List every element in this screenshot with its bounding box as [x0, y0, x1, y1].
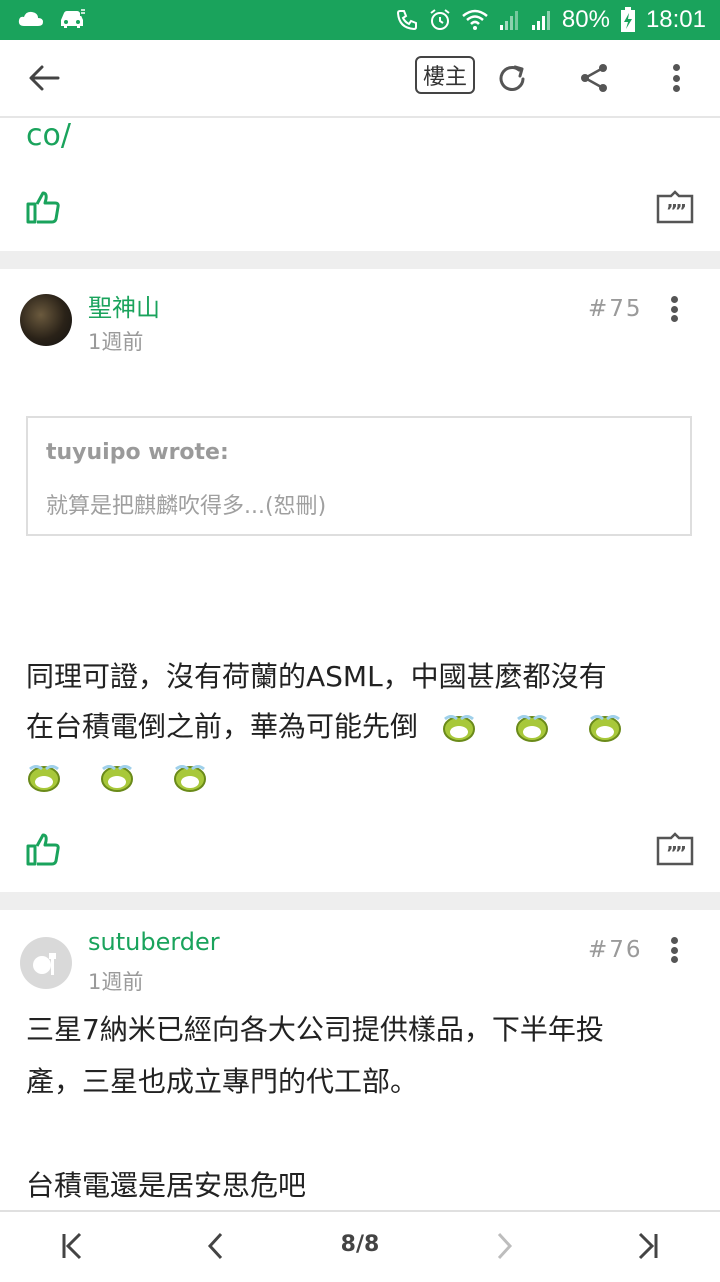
like-button[interactable]	[26, 190, 62, 228]
alarm-icon	[430, 9, 450, 30]
back-button[interactable]	[20, 54, 68, 102]
emoticon-icon	[442, 715, 475, 742]
pagination-bar: 8/8	[0, 1210, 720, 1282]
svg-text:”: ”	[675, 201, 687, 222]
quote-reply-button[interactable]: ””	[656, 190, 694, 228]
emoticon-icon	[173, 765, 206, 792]
wifi-icon	[462, 9, 488, 30]
signal-icon-2	[531, 11, 550, 30]
clock-time: 18:01	[645, 6, 706, 33]
post-time: 1週前	[88, 970, 144, 994]
post-body: 三星7納米已經向各大公司提供樣品，下半年投 產，三星也成立專門的代工部。 台積電…	[26, 1004, 604, 1212]
top-toolbar	[0, 40, 720, 118]
next-page-button[interactable]	[484, 1226, 524, 1266]
emoticon-icon	[515, 715, 548, 742]
floor-number: #76	[588, 937, 643, 963]
refresh-icon	[499, 65, 525, 91]
emoticon-icon	[100, 765, 133, 792]
first-page-button[interactable]	[52, 1226, 92, 1266]
car-icon	[61, 8, 86, 28]
last-page-icon	[638, 1232, 658, 1260]
post-time: 1週前	[88, 330, 144, 354]
avatar[interactable]	[20, 937, 72, 989]
chevron-left-icon	[207, 1232, 223, 1260]
post-separator	[0, 892, 720, 910]
quote-reply-button[interactable]: ””	[656, 832, 694, 870]
quote-text: 就算是把麒麟吹得多...(恕刪)	[46, 494, 327, 519]
avatar[interactable]	[20, 294, 72, 346]
post-username[interactable]: sutuberder	[88, 928, 220, 956]
post-body: 同理可證，沒有荷蘭的ASML，中國甚麼都沒有 在台積電倒之前，華為可能先倒	[26, 652, 637, 802]
last-page-button[interactable]	[628, 1226, 668, 1266]
post-line: 台積電還是居安思危吧	[26, 1169, 307, 1202]
share-button[interactable]	[570, 54, 618, 102]
post-line-with-emoticons: 在台積電倒之前，華為可能先倒	[26, 702, 637, 752]
first-page-icon	[62, 1232, 82, 1260]
call-icon	[396, 10, 417, 31]
post-line: 同理可證，沒有荷蘭的ASML，中國甚麼都沒有	[26, 660, 607, 693]
signal-icon-1	[499, 11, 518, 30]
like-button[interactable]	[26, 832, 62, 870]
page-indicator[interactable]: 8/8	[330, 1232, 390, 1257]
default-avatar-icon	[33, 953, 56, 975]
battery-charging-icon	[620, 7, 635, 32]
arrow-left-icon	[29, 65, 60, 91]
quote-block[interactable]: tuyuipo wrote: 就算是把麒麟吹得多...(恕刪)	[26, 416, 692, 536]
thumbs-up-icon	[26, 833, 60, 866]
refresh-button[interactable]	[488, 54, 536, 102]
post-line: 三星7納米已經向各大公司提供樣品，下半年投	[26, 1013, 604, 1046]
post-line: 產，三星也成立專門的代工部。	[26, 1065, 419, 1098]
post-line-blank	[26, 1108, 604, 1160]
svg-text:”: ”	[675, 843, 687, 864]
chevron-right-icon	[497, 1232, 513, 1260]
floor-number: #75	[588, 296, 643, 322]
quote-author: tuyuipo wrote:	[46, 440, 229, 465]
battery-percent: 80%	[561, 6, 610, 33]
post-menu-button[interactable]	[662, 296, 686, 322]
more-vert-icon	[664, 64, 688, 92]
post-menu-button[interactable]	[662, 937, 686, 963]
thumbs-up-icon	[26, 191, 60, 224]
quote-icon: ””	[656, 190, 694, 224]
emoticon-row	[26, 752, 637, 802]
overflow-menu-button[interactable]	[652, 54, 700, 102]
post-separator	[0, 251, 720, 269]
cloud-icon	[18, 11, 43, 26]
post-line: 在台積電倒之前，華為可能先倒	[26, 710, 419, 743]
post-text-continued[interactable]: co/	[26, 118, 71, 153]
post-username[interactable]: 聖神山	[88, 288, 160, 323]
emoticon-icon	[28, 765, 60, 792]
share-icon	[581, 64, 607, 92]
quote-icon: ””	[656, 832, 694, 866]
op-only-button[interactable]: 樓主	[415, 56, 475, 94]
prev-page-button[interactable]	[196, 1226, 236, 1266]
emoticon-icon	[588, 715, 621, 742]
status-bar: 80% 18:01	[0, 0, 720, 40]
